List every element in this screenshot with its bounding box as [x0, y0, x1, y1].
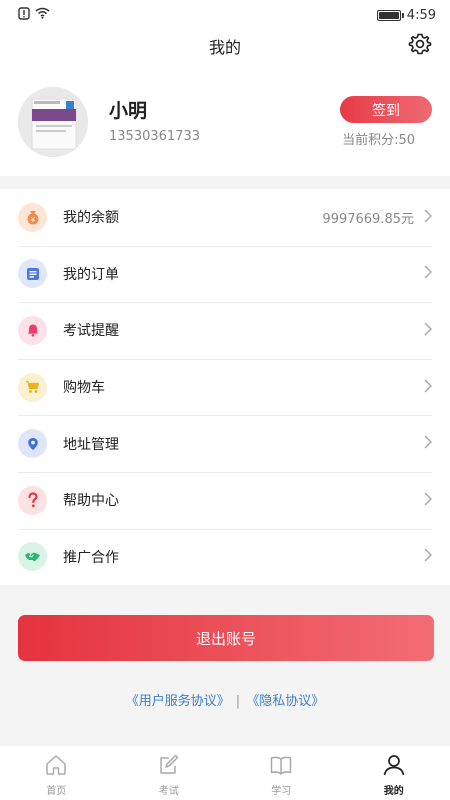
- menu-list: ¥ 我的余额 9997669.85元 我的订单 考试提醒 购物车 地址管理 帮助…: [0, 189, 450, 586]
- exam-icon: [157, 754, 181, 782]
- tab-label: 我的: [383, 786, 404, 797]
- menu-item-label: 推广合作: [63, 549, 119, 566]
- settings-button[interactable]: [406, 32, 434, 60]
- shopping-cart-icon: [18, 372, 47, 402]
- bottom-tab-bar: 首页 考试 学习 我的: [0, 746, 450, 800]
- tab-exam[interactable]: 考试: [113, 746, 226, 800]
- profile-card: 小明 13530361733 签到 当前积分:50: [0, 62, 450, 176]
- avatar[interactable]: [18, 87, 88, 157]
- menu-item-label: 购物车: [63, 380, 105, 397]
- menu-item-label: 我的余额: [63, 210, 119, 227]
- tab-label: 考试: [158, 786, 179, 797]
- bell-icon: [18, 315, 47, 345]
- chevron-right-icon: [424, 378, 433, 397]
- menu-item-label: 帮助中心: [63, 493, 119, 510]
- points-label: 当前积分:50: [342, 133, 415, 148]
- chevron-right-icon: [424, 434, 433, 453]
- handshake-icon: [18, 542, 47, 572]
- chevron-right-icon: [424, 208, 433, 227]
- checkin-button[interactable]: 签到: [340, 96, 432, 123]
- chevron-right-icon: [424, 491, 433, 510]
- menu-item-label: 考试提醒: [63, 323, 119, 340]
- status-icons-right: 4:59: [376, 7, 436, 23]
- privacy-agreement-link[interactable]: 《隐私协议》: [246, 694, 324, 709]
- status-icons-left: [18, 6, 50, 24]
- nav-bar: 我的: [0, 30, 450, 62]
- user-phone: 13530361733: [109, 129, 200, 144]
- menu-item-exam-reminder[interactable]: 考试提醒: [0, 302, 450, 359]
- status-bar: 4:59: [0, 0, 450, 30]
- tab-label: 学习: [271, 786, 292, 797]
- tab-home[interactable]: 首页: [0, 746, 113, 800]
- menu-item-help[interactable]: 帮助中心: [0, 471, 450, 529]
- book-icon: [269, 754, 293, 782]
- logout-button[interactable]: 退出账号: [18, 615, 434, 661]
- user-name: 小明: [109, 100, 148, 122]
- question-icon: [18, 485, 47, 515]
- money-bag-icon: ¥: [18, 202, 47, 232]
- user-service-agreement-link[interactable]: 《用户服务协议》: [126, 694, 230, 709]
- menu-item-label: 地址管理: [63, 436, 119, 453]
- location-icon: [18, 429, 47, 459]
- alert-icon: [18, 6, 30, 24]
- home-icon: [44, 754, 68, 782]
- tab-label: 首页: [46, 786, 67, 797]
- wifi-icon: [35, 7, 50, 23]
- menu-item-address[interactable]: 地址管理: [0, 415, 450, 472]
- chevron-right-icon: [424, 321, 433, 340]
- chevron-right-icon: [424, 264, 433, 283]
- menu-item-promotion[interactable]: 推广合作: [0, 528, 450, 586]
- status-time: 4:59: [406, 7, 436, 23]
- battery-icon: [376, 9, 404, 21]
- menu-item-cart[interactable]: 购物车: [0, 358, 450, 416]
- menu-item-label: 我的订单: [63, 266, 119, 283]
- tab-mine[interactable]: 我的: [338, 746, 450, 800]
- order-list-icon: [18, 259, 47, 289]
- user-icon: [382, 754, 406, 782]
- page-title: 我的: [208, 38, 241, 57]
- tab-study[interactable]: 学习: [225, 746, 338, 800]
- agreement-separator: |: [235, 694, 241, 709]
- gear-icon: [408, 32, 432, 60]
- chevron-right-icon: [424, 547, 433, 566]
- balance-value: 9997669.85元: [322, 211, 414, 227]
- menu-item-balance[interactable]: ¥ 我的余额 9997669.85元: [0, 189, 450, 246]
- menu-item-orders[interactable]: 我的订单: [0, 245, 450, 303]
- agreement-links: 《用户服务协议》 | 《隐私协议》: [0, 690, 450, 709]
- svg-text:¥: ¥: [30, 216, 35, 224]
